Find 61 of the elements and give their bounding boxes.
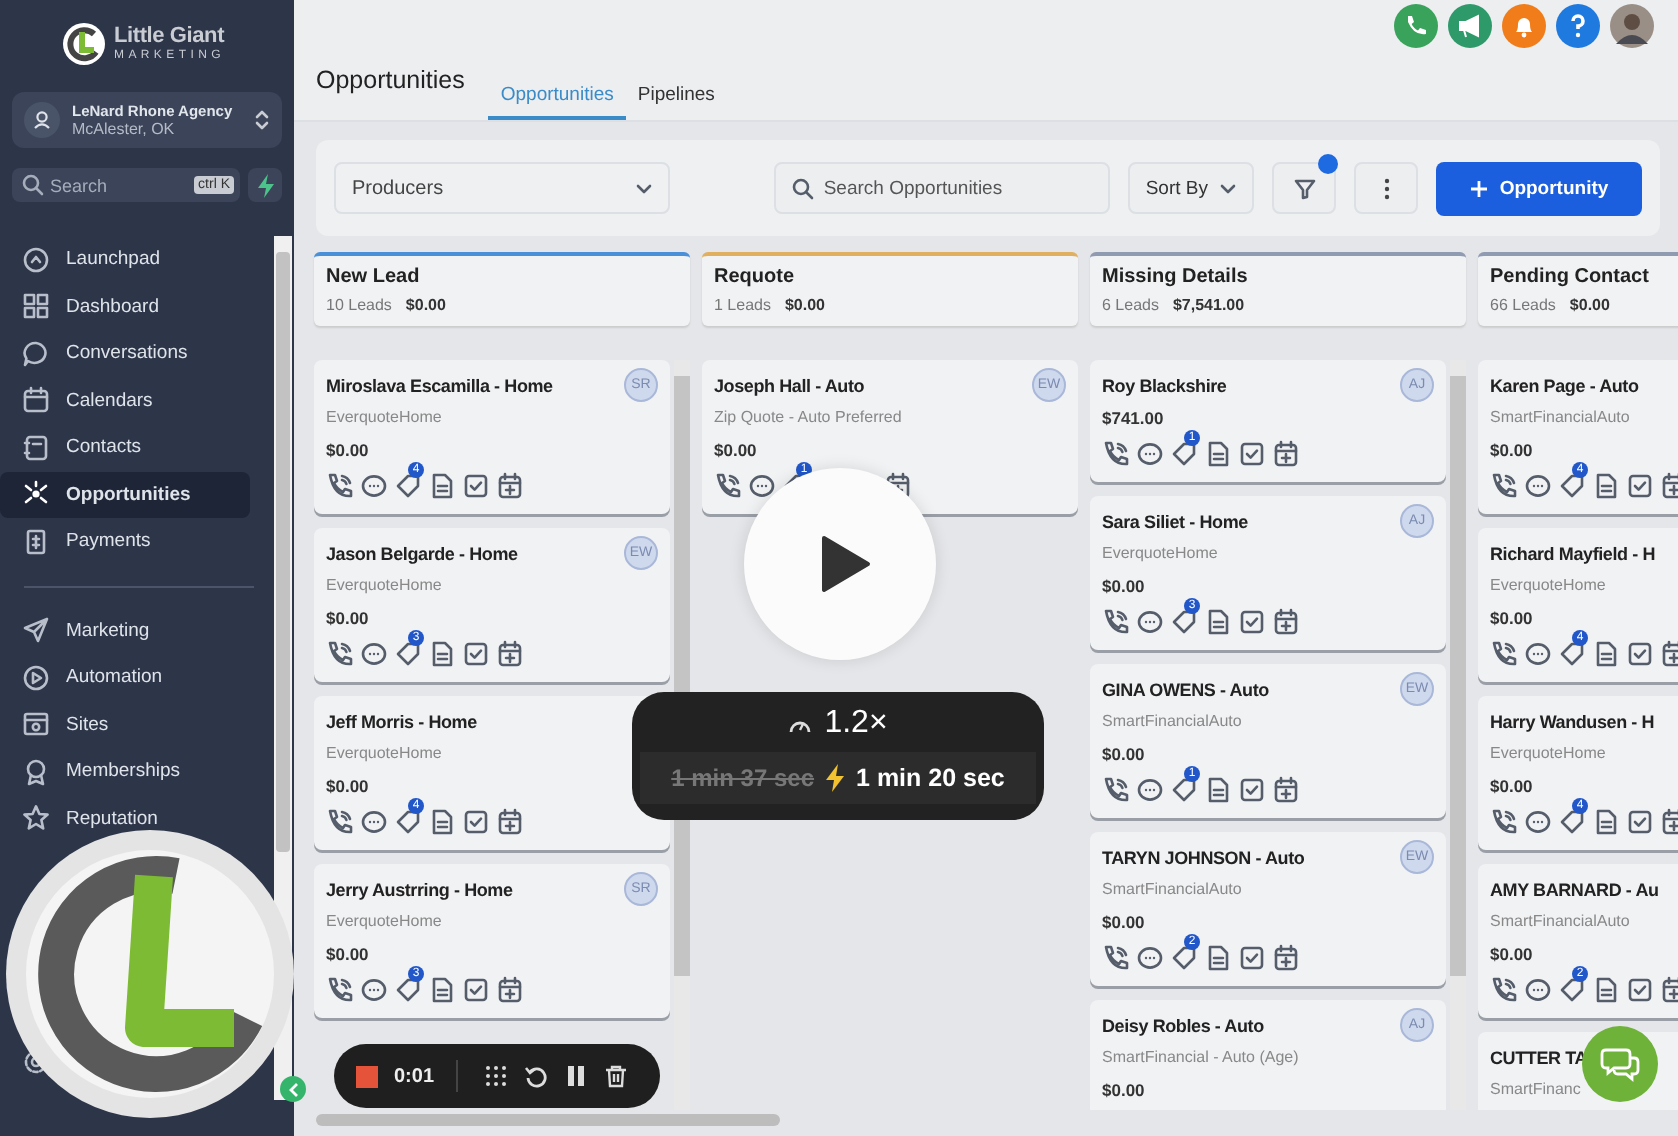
lead-source: SmartFinancialAuto bbox=[1102, 710, 1244, 734]
column-title: Missing Details bbox=[1102, 266, 1250, 288]
lead-source: Zip Quote - Auto Preferred bbox=[714, 406, 904, 430]
column-total: $7,541.00 bbox=[1172, 296, 1245, 314]
opportunity-value: $0.00 bbox=[1102, 742, 1147, 768]
opportunity-value: $0.00 bbox=[1490, 606, 1535, 632]
opportunity-value: $0.00 bbox=[1490, 438, 1535, 464]
lead-source: EverquoteHome bbox=[326, 406, 444, 430]
column-total: $0.00 bbox=[784, 296, 825, 314]
opportunity-value: $0.00 bbox=[1490, 774, 1535, 800]
opportunity-value: $0.00 bbox=[326, 438, 371, 464]
contact-name: Jeff Morris - Home bbox=[326, 711, 477, 731]
opportunity-value: $0.00 bbox=[1102, 910, 1147, 936]
lead-source: SmartFinancialAuto bbox=[1490, 910, 1632, 934]
opportunity-value: $0.00 bbox=[326, 942, 371, 968]
original-duration: 1 min 37 sec bbox=[671, 764, 815, 792]
lead-source: EverquoteHome bbox=[326, 574, 444, 598]
contact-name: GINA OWENS - Auto bbox=[1102, 679, 1269, 699]
opportunity-value: $0.00 bbox=[1102, 1078, 1147, 1104]
opportunity-value: $741.00 bbox=[1102, 406, 1166, 432]
opportunity-value: $0.00 bbox=[1490, 942, 1535, 968]
contact-name: Richard Mayfield - H bbox=[1490, 543, 1656, 563]
contact-name: Joseph Hall - Auto bbox=[714, 375, 865, 395]
column-total: $0.00 bbox=[405, 296, 446, 314]
new-duration: 1 min 20 sec bbox=[856, 764, 1005, 792]
contact-name: Sara Siliet - Home bbox=[1102, 511, 1248, 531]
account-location: McAlester, OK bbox=[72, 119, 177, 139]
lead-source: SmartFinancialAuto bbox=[1102, 878, 1244, 902]
brand-name: Little Giant bbox=[114, 26, 225, 48]
contact-name: Roy Blackshire bbox=[1102, 375, 1227, 395]
speed-value: 1.2× bbox=[824, 706, 888, 742]
contact-name: Miroslava Escamilla - Home bbox=[326, 375, 553, 395]
lead-count: 10 Leads bbox=[326, 296, 392, 314]
lead-count: 6 Leads bbox=[1102, 296, 1159, 314]
contact-name: Jerry Austrring - Home bbox=[326, 879, 513, 899]
column-title: Pending Contact bbox=[1490, 266, 1651, 288]
lead-source: EverquoteHome bbox=[326, 910, 444, 934]
contact-name: Harry Wandusen - H bbox=[1490, 711, 1655, 731]
page-title: Opportunities bbox=[316, 66, 465, 94]
lead-source: EverquoteHome bbox=[1490, 574, 1608, 598]
column-title: New Lead bbox=[326, 266, 422, 288]
contact-name: TARYN JOHNSON - Auto bbox=[1102, 847, 1305, 867]
lead-source: SmartFinancial - Auto (Age) bbox=[1102, 1046, 1301, 1070]
contact-name: Deisy Robles - Auto bbox=[1102, 1015, 1264, 1035]
opportunity-value: $0.00 bbox=[326, 606, 371, 632]
lead-source: SmartFinanc bbox=[1490, 1078, 1583, 1102]
lead-source: EverquoteHome bbox=[1102, 542, 1220, 566]
opportunity-value: $0.00 bbox=[714, 438, 759, 464]
column-total: $0.00 bbox=[1569, 296, 1610, 314]
opportunity-value: $0.00 bbox=[326, 774, 371, 800]
contact-name: Jason Belgarde - Home bbox=[326, 543, 518, 563]
lead-source: EverquoteHome bbox=[1490, 742, 1608, 766]
contact-name: Karen Page - Auto bbox=[1490, 375, 1639, 395]
opportunity-value: $0.00 bbox=[1102, 574, 1147, 600]
column-title: Requote bbox=[714, 266, 796, 288]
lead-source: EverquoteHome bbox=[326, 742, 444, 766]
contact-name: AMY BARNARD - Au bbox=[1490, 879, 1659, 899]
lead-count: 1 Leads bbox=[714, 296, 771, 314]
lead-count: 66 Leads bbox=[1490, 296, 1556, 314]
recording-timer: 0:01 bbox=[394, 1065, 435, 1087]
lead-source: SmartFinancialAuto bbox=[1490, 406, 1632, 430]
